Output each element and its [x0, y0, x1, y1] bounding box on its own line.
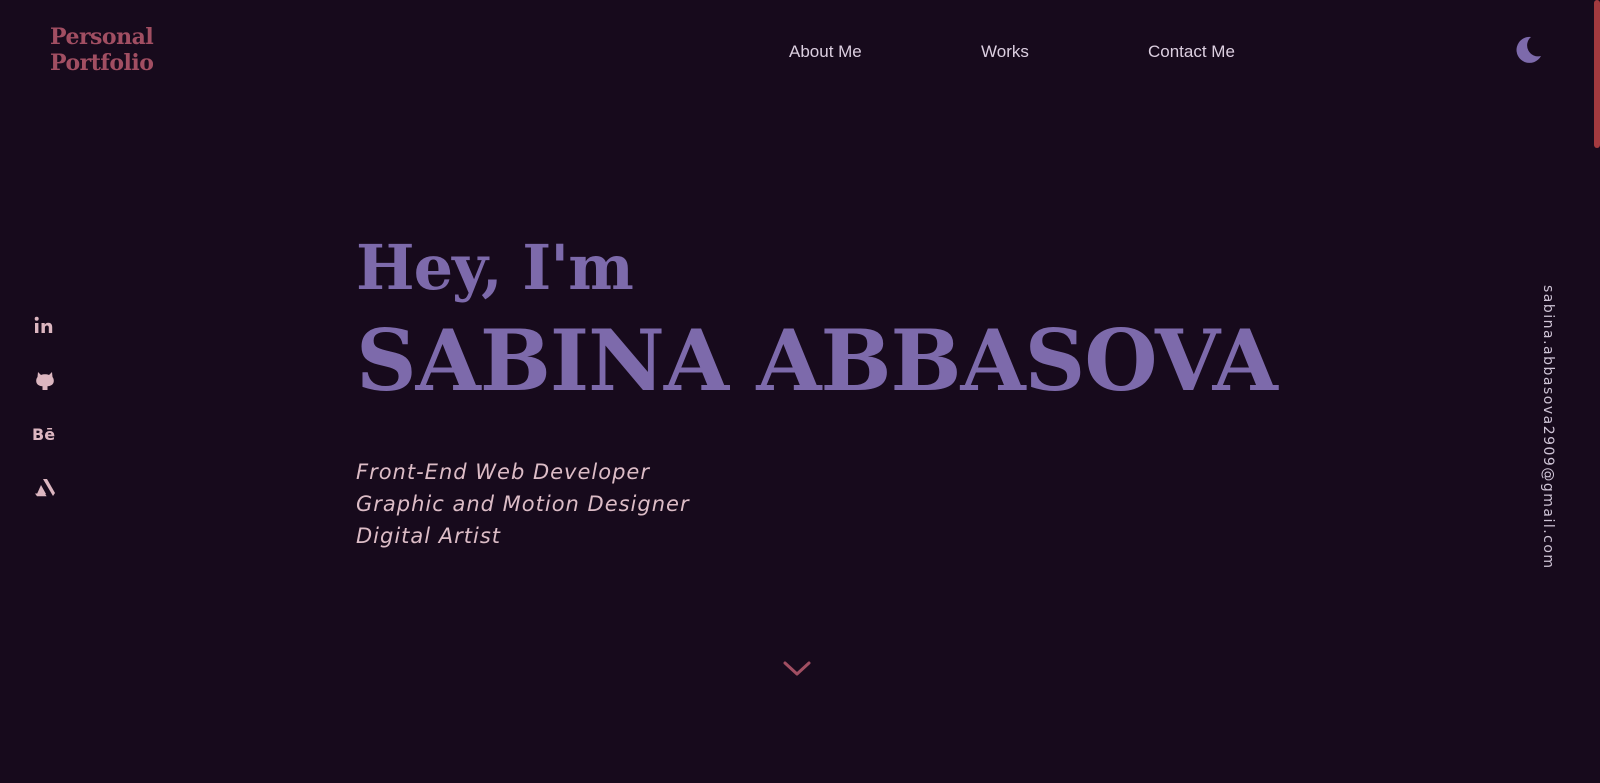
- main-nav: About Me Works Contact Me: [0, 42, 1600, 64]
- behance-icon: Bē: [32, 425, 55, 444]
- behance-link[interactable]: Bē: [32, 421, 58, 447]
- moon-icon: [1516, 36, 1541, 63]
- role-line: Graphic and Motion Designer: [356, 492, 690, 516]
- github-icon: [36, 372, 54, 390]
- nav-link-about[interactable]: About Me: [789, 42, 862, 62]
- theme-toggle-button[interactable]: [1512, 34, 1544, 66]
- hero-roles: Front-End Web Developer Graphic and Moti…: [356, 456, 1356, 552]
- nav-link-contact[interactable]: Contact Me: [1148, 42, 1235, 62]
- role-line: Front-End Web Developer: [356, 460, 650, 484]
- github-link[interactable]: [32, 367, 58, 393]
- hero-name: SABINA ABBASOVA: [356, 311, 1278, 410]
- hero-greeting: Hey, I'm: [356, 231, 634, 304]
- email-link[interactable]: sabina.abbasova2909@gmail.com: [1540, 285, 1556, 570]
- hero-section: Hey, I'm SABINA ABBASOVA Front-End Web D…: [356, 230, 1356, 552]
- scroll-progress-bar: [1594, 0, 1600, 148]
- nav-link-works[interactable]: Works: [981, 42, 1029, 62]
- role-line: Digital Artist: [356, 524, 502, 548]
- social-links: Bē: [32, 313, 60, 529]
- artstation-link[interactable]: [32, 475, 58, 501]
- linkedin-icon: [34, 316, 53, 333]
- artstation-icon: [35, 479, 55, 497]
- scroll-down-button[interactable]: [781, 658, 813, 680]
- chevron-down-icon: [783, 661, 811, 676]
- linkedin-link[interactable]: [32, 313, 58, 339]
- svg-text:Bē: Bē: [32, 425, 55, 444]
